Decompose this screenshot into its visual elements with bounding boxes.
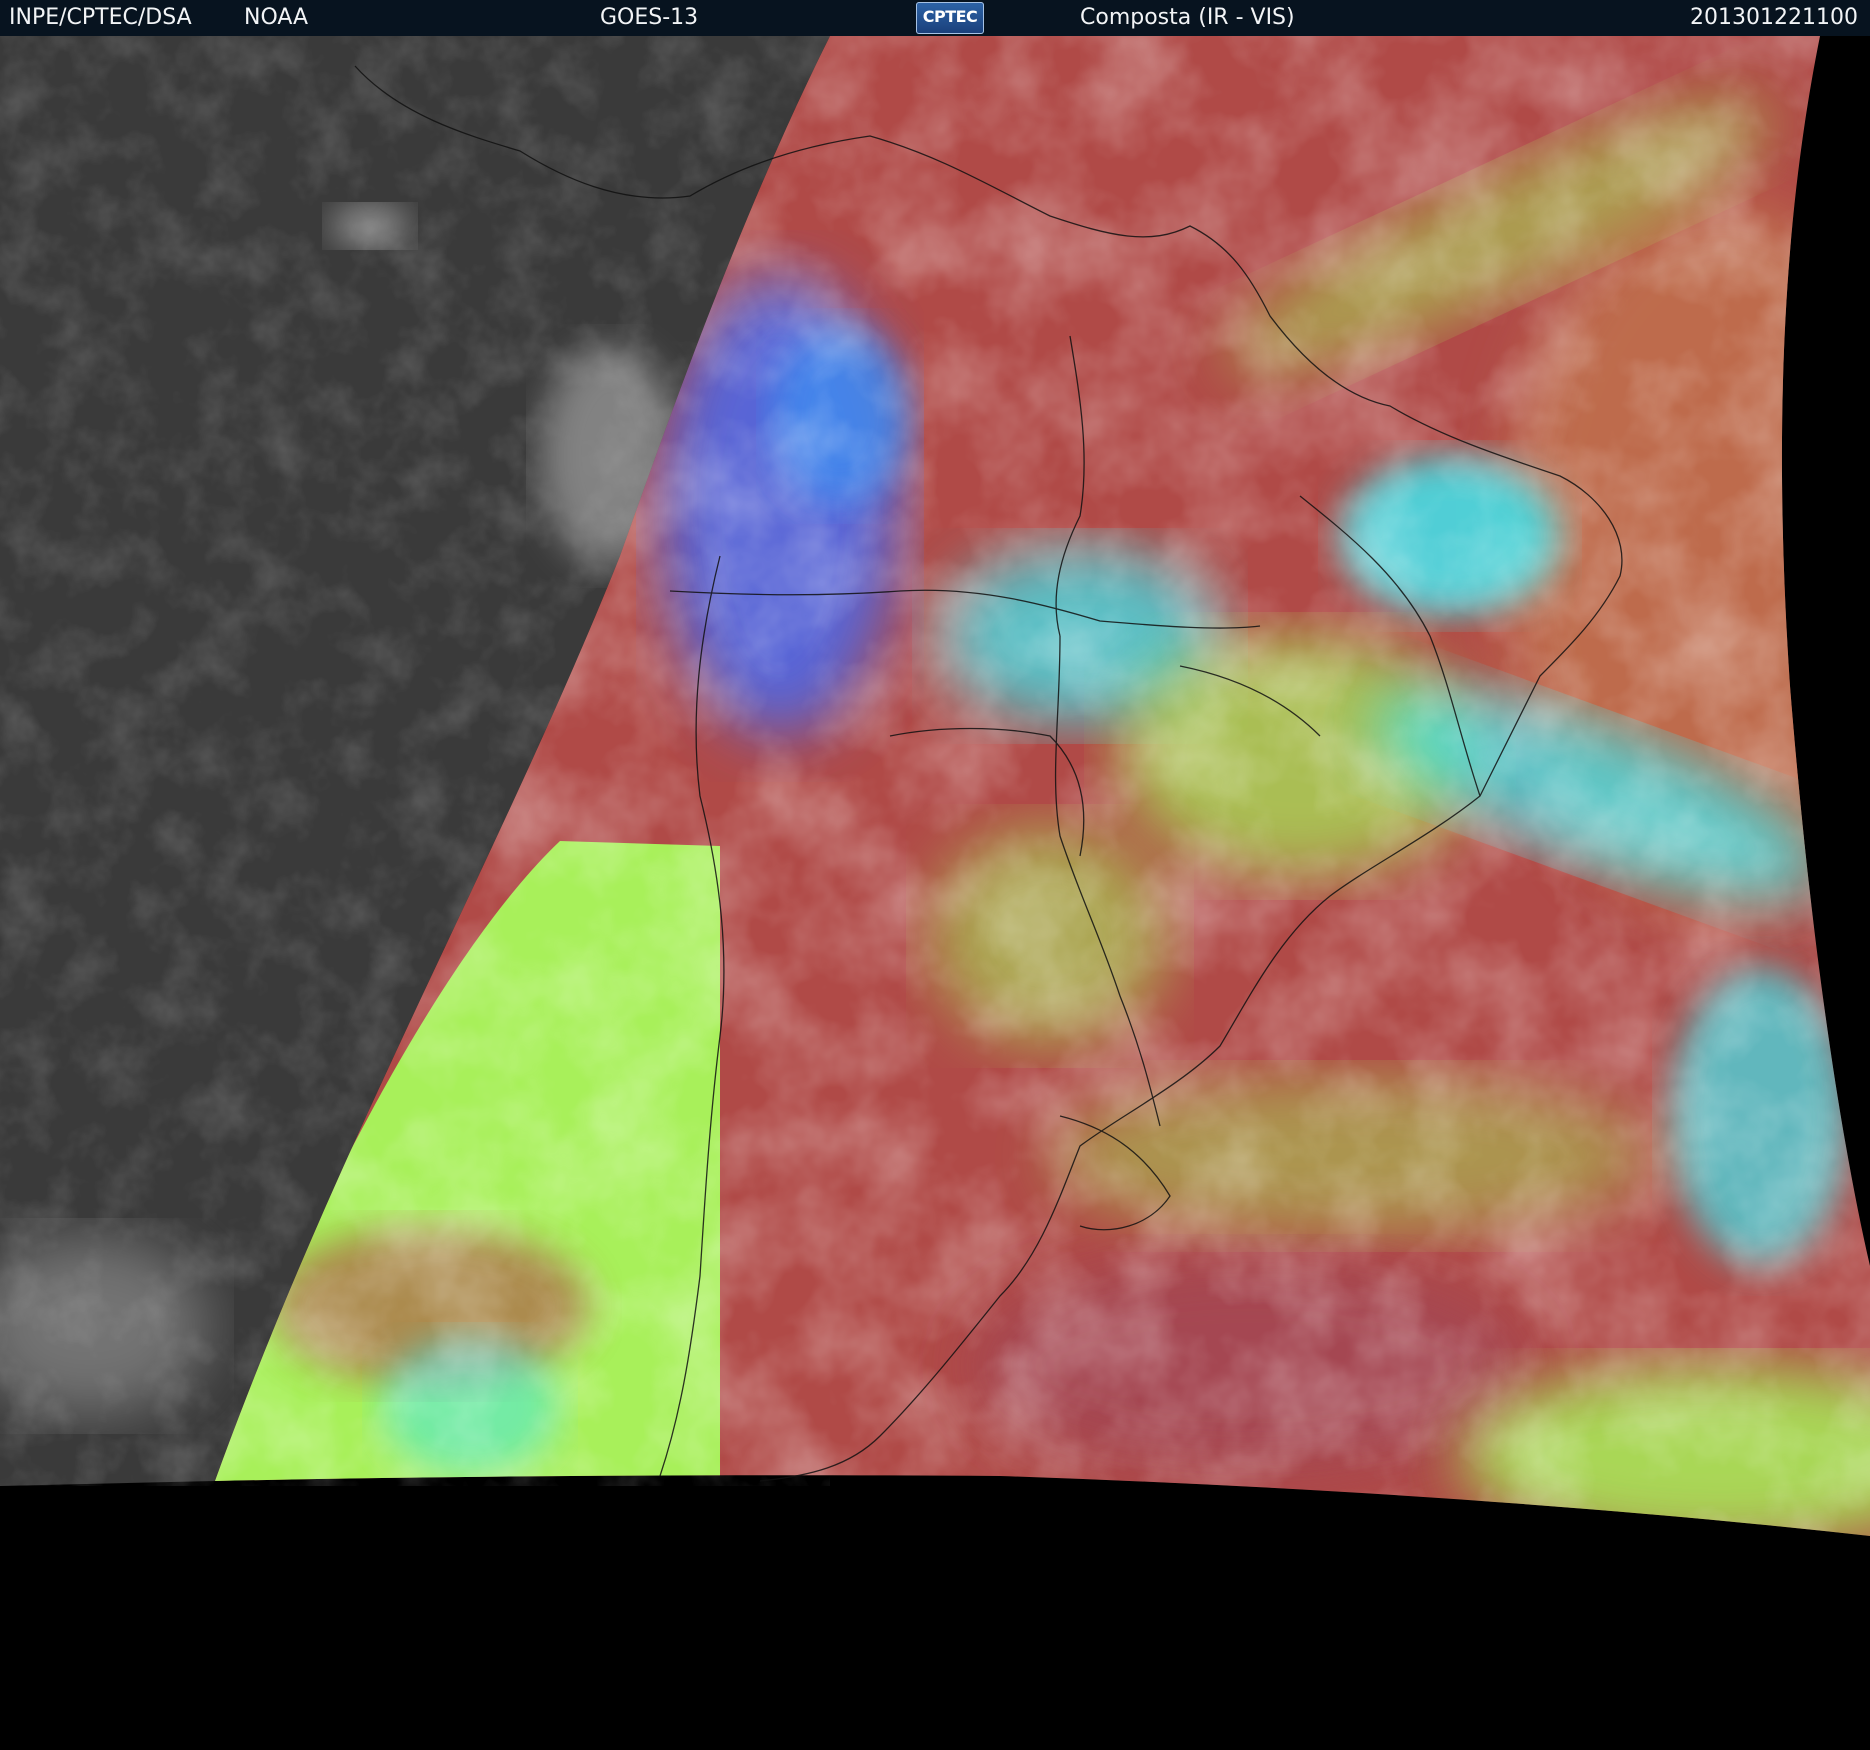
cptec-logo-icon: CPTEC — [916, 2, 984, 34]
product-label: Composta (IR - VIS) — [1080, 5, 1295, 30]
satellite-image — [0, 36, 1870, 1750]
agency-label: INPE/CPTEC/DSA — [9, 5, 192, 30]
satellite-label: GOES-13 — [600, 5, 699, 30]
header-bar: INPE/CPTEC/DSA NOAA GOES-13 CPTEC Compos… — [0, 0, 1870, 36]
timestamp-label: 201301221100 — [1690, 5, 1858, 30]
source-label: NOAA — [244, 5, 309, 30]
